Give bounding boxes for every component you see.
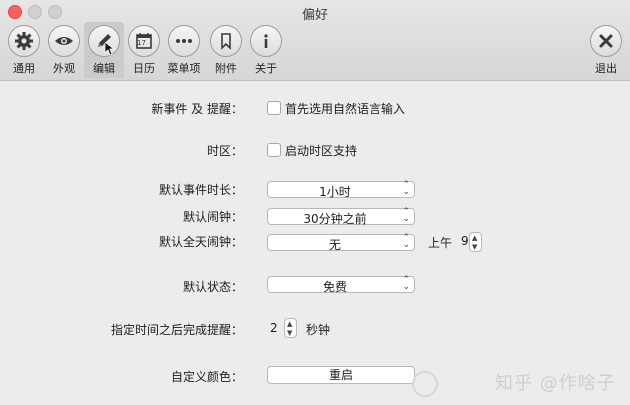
timezone-label: 时区： (206, 144, 243, 158)
eye-icon (48, 25, 80, 57)
toolbar-item-appearance[interactable]: 外观 (44, 22, 84, 78)
reset-button[interactable]: 重启 (267, 366, 415, 384)
default-alarm-value: 30分钟之前 (303, 212, 367, 226)
toolbar-item-attachments[interactable]: 附件 (206, 22, 246, 78)
updown-chevron-icon: ⌃ ⌄ (402, 207, 410, 224)
duration-value: 1小时 (319, 185, 351, 199)
toolbar-item-quit[interactable]: 退出 (586, 22, 626, 78)
updown-chevron-icon: ⌃ ⌄ (402, 233, 410, 250)
default-alarm-popup[interactable]: 30分钟之前 ⌃ ⌄ (267, 207, 415, 226)
allday-time-prefix: 上午 (428, 236, 453, 250)
updown-chevron-icon: ⌃ ⌄ (402, 180, 410, 197)
stepper-down-icon[interactable]: ▼ (287, 329, 292, 337)
more-icon (168, 25, 200, 57)
toolbar-label: 关于 (255, 62, 277, 75)
stepper-down-icon[interactable]: ▼ (472, 243, 477, 251)
natural-language-checkbox-label[interactable]: 首先选用自然语言输入 (285, 100, 405, 117)
toolbar-item-about[interactable]: 关于 (246, 22, 286, 78)
complete-reminder-unit: 秒钟 (306, 323, 331, 337)
edit-preferences-pane: 新事件 及 提醒： 首先选用自然语言输入 时区： 启动时区支持 默认事件时长： … (0, 81, 630, 405)
timezone-support-checkbox[interactable] (267, 143, 281, 157)
toolbar-item-general[interactable]: 通用 (4, 22, 44, 78)
allday-alarm-value: 无 (328, 238, 341, 252)
default-status-label: 默认状态： (182, 280, 243, 294)
toolbar-label: 日历 (133, 62, 155, 75)
toolbar-item-menu[interactable]: 菜单项 (164, 22, 204, 78)
new-event-label: 新事件 及 提醒： (151, 102, 243, 116)
complete-reminder-label: 指定时间之后完成提醒： (110, 323, 243, 337)
watermark-logo-icon (412, 371, 438, 397)
timezone-support-checkbox-label[interactable]: 启动时区支持 (285, 142, 357, 159)
default-alarm-label: 默认闹钟： (182, 210, 243, 224)
pencil-icon (88, 25, 120, 57)
title-bar: 偏好 通用 外观 编辑 17 日历 菜单项 附件 关于 退出 (0, 0, 630, 81)
toolbar-label: 菜单项 (167, 62, 201, 75)
stepper-up-icon[interactable]: ▲ (472, 234, 477, 242)
toolbar-item-edit[interactable]: 编辑 (84, 22, 124, 78)
default-status-popup[interactable]: 免费 ⌃ ⌄ (267, 275, 415, 294)
allday-time-value[interactable]: 9 (461, 234, 469, 248)
duration-label: 默认事件时长： (158, 183, 243, 197)
updown-chevron-icon: ⌃ ⌄ (402, 275, 410, 292)
toolbar-label: 编辑 (93, 62, 115, 75)
close-icon (590, 25, 622, 57)
bookmark-icon (210, 25, 242, 57)
allday-alarm-popup[interactable]: 无 ⌃ ⌄ (267, 233, 415, 252)
allday-alarm-label: 默认全天闹钟： (158, 235, 243, 249)
watermark-text: 知乎 @作啥子 (495, 373, 616, 394)
stepper-up-icon[interactable]: ▲ (287, 320, 292, 328)
calendar-icon: 17 (128, 25, 160, 57)
complete-reminder-value[interactable]: 2 (270, 321, 278, 335)
calendar-badge: 17 (137, 39, 146, 47)
gear-icon (8, 25, 40, 57)
natural-language-checkbox[interactable] (267, 101, 281, 115)
toolbar-item-calendar[interactable]: 17 日历 (124, 22, 164, 78)
mouse-cursor-icon (105, 42, 115, 56)
duration-popup[interactable]: 1小时 ⌃ ⌄ (267, 180, 415, 199)
default-status-value: 免费 (322, 280, 347, 294)
preferences-window: 偏好 通用 外观 编辑 17 日历 菜单项 附件 关于 退出 新事件 及 提醒：… (0, 0, 630, 405)
window-title: 偏好 (301, 8, 328, 23)
allday-time-stepper[interactable]: ▲ ▼ (469, 232, 482, 252)
info-icon (250, 25, 282, 57)
custom-color-label: 自定义颜色： (170, 370, 243, 384)
toolbar-label: 外观 (53, 62, 75, 75)
toolbar-label: 退出 (595, 62, 617, 75)
complete-reminder-stepper[interactable]: ▲ ▼ (284, 318, 297, 338)
toolbar-label: 附件 (215, 62, 237, 75)
toolbar-label: 通用 (13, 62, 35, 75)
